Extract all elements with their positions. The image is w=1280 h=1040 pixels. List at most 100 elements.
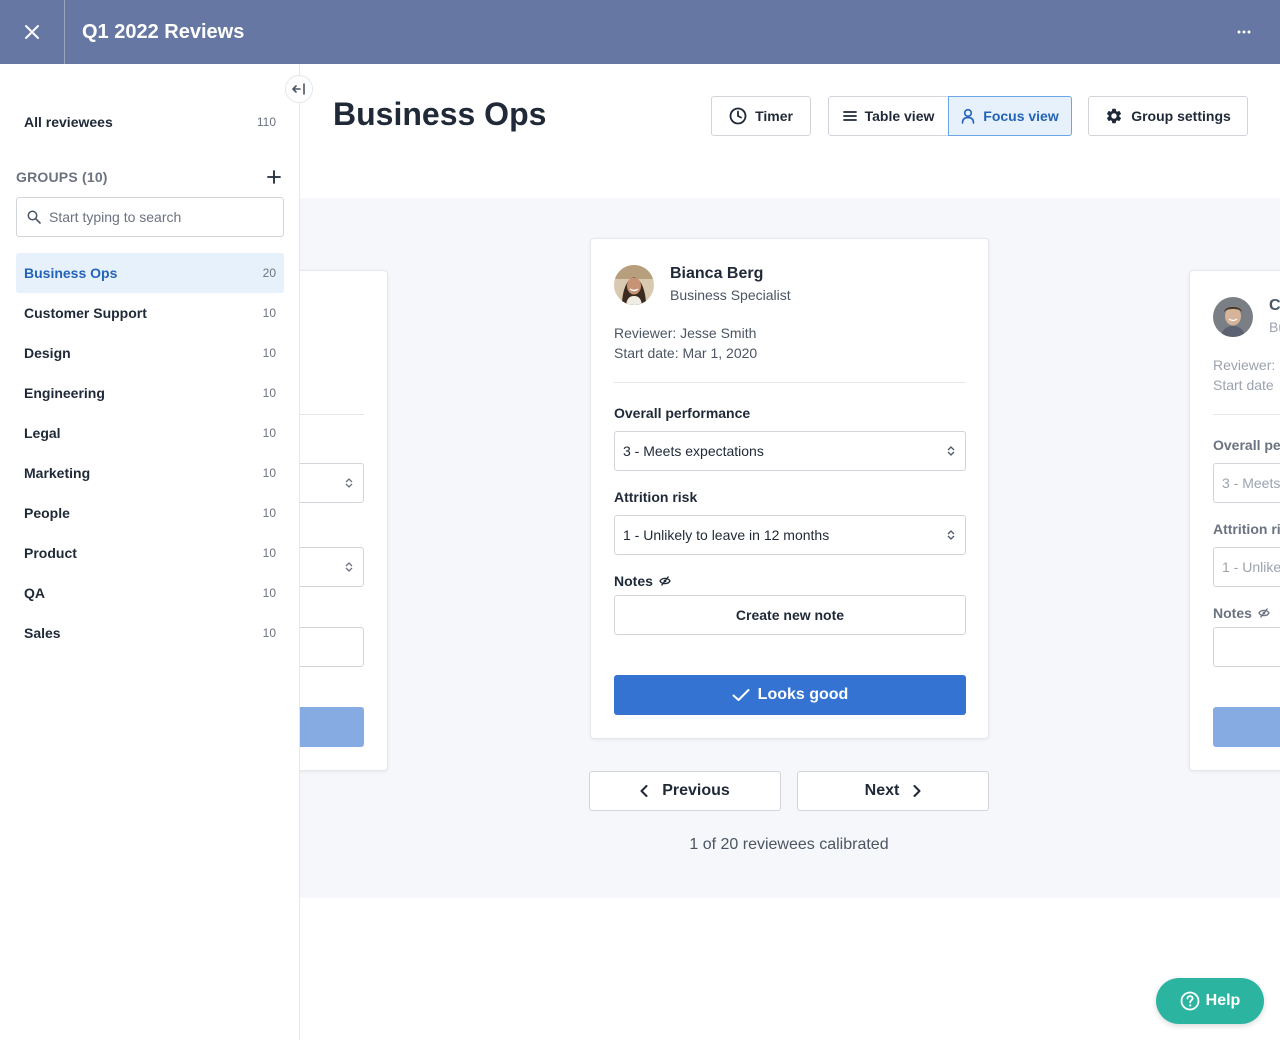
next-looks-good-button[interactable] [1213,707,1280,747]
group-label: Legal [24,425,61,441]
group-label: People [24,505,70,521]
group-settings-button[interactable]: Group settings [1088,96,1248,136]
next-reviewee-name: C [1269,297,1280,314]
group-label: Engineering [24,385,105,401]
group-count: 10 [262,466,276,480]
sidebar-item-marketing[interactable]: Marketing 10 [16,453,284,493]
performance-select[interactable]: 3 - Meets expectations [614,431,966,471]
sidebar-item-business-ops[interactable]: Business Ops 20 [16,253,284,293]
next-notes-label: Notes [1213,605,1252,621]
gear-icon [1107,108,1122,124]
next-button[interactable]: Next [797,771,989,811]
more-horizontal-icon [1237,30,1251,34]
group-label: Design [24,345,71,361]
check-icon [732,689,750,701]
previous-looks-good-button[interactable] [300,707,364,747]
sidebar-item-customer-support[interactable]: Customer Support 10 [16,293,284,333]
groups-header: GROUPS (10) [16,166,284,188]
reviewee-name: Bianca Berg [670,265,764,282]
search-icon [27,210,41,224]
group-count: 10 [262,346,276,360]
sidebar-item-people[interactable]: People 10 [16,493,284,533]
page-header-title: Q1 2022 Reviews [82,20,245,43]
collapse-sidebar-button[interactable] [285,75,313,103]
select-arrows-icon [947,530,955,540]
group-label: Product [24,545,77,561]
sidebar-item-engineering[interactable]: Engineering 10 [16,373,284,413]
next-performance-label: Overall pe [1213,437,1280,453]
card-divider [614,382,966,383]
card-divider [1213,414,1280,415]
focus-view-label: Focus view [983,108,1059,124]
help-label: Help [1205,992,1241,1009]
group-search-box [16,197,284,237]
performance-value: 3 - Meets expectations [623,443,764,459]
next-reviewee-card: C Bu Reviewer: Start date Overall pe 3 -… [1189,270,1280,771]
next-attrition-select[interactable]: 1 - Unlike [1213,547,1280,587]
calibration-progress-text: 1 of 20 reviewees calibrated [689,836,889,853]
reviewee-role: Business Specialist [670,287,791,303]
help-button[interactable]: Help [1156,978,1264,1024]
group-label: Sales [24,625,61,641]
next-label: Next [864,782,900,799]
previous-performance-select[interactable] [300,463,364,503]
next-start-date-text: Start date [1213,377,1274,393]
sidebar-item-product[interactable]: Product 10 [16,533,284,573]
previous-label: Previous [662,782,730,799]
reviewee-meta: Reviewer: Jesse Smith Start date: Mar 1,… [614,323,757,363]
focus-view-button[interactable]: Focus view [948,96,1072,136]
next-attrition-label: Attrition ri [1213,521,1280,537]
previous-create-note-button[interactable] [300,627,364,667]
add-group-button[interactable] [264,167,284,187]
sidebar-item-design[interactable]: Design 10 [16,333,284,373]
chevron-left-icon [640,785,648,797]
page-title: Business Ops [333,96,547,132]
more-options-button[interactable] [1232,20,1256,44]
plus-icon [267,170,281,184]
reviewee-header: Bianca Berg Business Specialist [614,264,791,306]
avatar [614,265,654,305]
group-search-input[interactable] [49,209,269,225]
all-reviewees-label: All reviewees [24,114,113,130]
close-button[interactable] [0,0,65,64]
next-attrition-value: 1 - Unlike [1222,559,1280,575]
group-count: 10 [262,506,276,520]
group-count: 10 [262,426,276,440]
next-create-note-button[interactable] [1213,627,1280,667]
list-icon [842,111,857,121]
group-label: QA [24,585,45,601]
group-label: Marketing [24,465,91,481]
sidebar-item-qa[interactable]: QA 10 [16,573,284,613]
attrition-label: Attrition risk [614,489,698,505]
select-arrows-icon [345,562,353,572]
attrition-select[interactable]: 1 - Unlikely to leave in 12 months [614,515,966,555]
start-date-text: Start date: Mar 1, 2020 [614,345,758,361]
table-view-button[interactable]: Table view [828,96,949,136]
create-note-button[interactable]: Create new note [614,595,966,635]
select-arrows-icon [947,446,955,456]
next-performance-value: 3 - Meets [1222,475,1280,491]
next-performance-select[interactable]: 3 - Meets [1213,463,1280,503]
group-count: 10 [262,306,276,320]
group-list: Business Ops 20 Customer Support 10 Desi… [16,253,284,653]
top-bar: Q1 2022 Reviews [0,0,1280,64]
reviewer-text: Reviewer: Jesse Smith [614,325,757,341]
sidebar-item-legal[interactable]: Legal 10 [16,413,284,453]
eye-off-icon [659,576,671,586]
next-reviewee-role: Bu [1269,319,1280,335]
looks-good-button[interactable]: Looks good [614,675,966,715]
timer-button[interactable]: Timer [711,96,811,136]
group-label: Business Ops [24,265,118,281]
all-reviewees-item[interactable]: All reviewees 110 [16,112,284,132]
previous-attrition-select[interactable] [300,547,364,587]
avatar [1213,297,1253,337]
person-icon [961,108,975,124]
group-settings-label: Group settings [1131,108,1231,124]
performance-label: Overall performance [614,405,751,421]
table-view-label: Table view [864,108,935,124]
next-notes-label-row: Notes [1213,605,1270,621]
sidebar-item-sales[interactable]: Sales 10 [16,613,284,653]
group-count: 10 [262,386,276,400]
previous-button[interactable]: Previous [589,771,781,811]
notes-label: Notes [614,573,653,589]
